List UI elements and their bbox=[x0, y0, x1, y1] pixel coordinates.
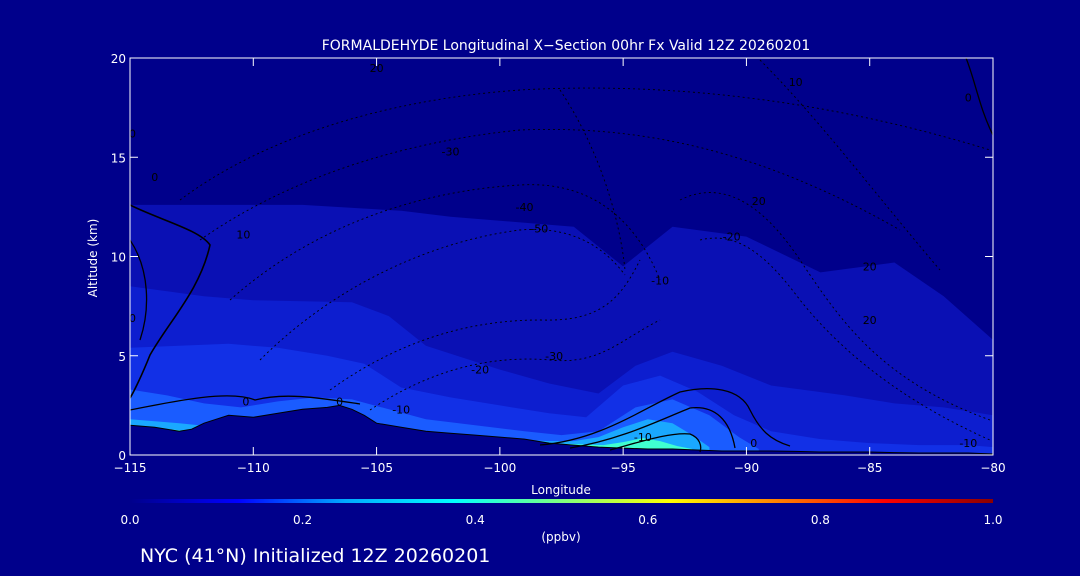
contour-label: 10 bbox=[236, 229, 250, 242]
contour-label: 0 bbox=[336, 395, 343, 408]
contour-label: -10 bbox=[634, 431, 652, 444]
contour-label: 0 bbox=[242, 395, 249, 408]
contour-label: -20 bbox=[723, 231, 741, 244]
contour-label: 20 bbox=[752, 195, 766, 208]
contour-label: -30 bbox=[545, 350, 563, 363]
contour-label: 0 bbox=[750, 437, 757, 450]
x-tick-label: −110 bbox=[237, 461, 270, 475]
x-tick-label: −85 bbox=[857, 461, 882, 475]
contour-label: -30 bbox=[442, 145, 460, 158]
x-tick-label: −115 bbox=[114, 461, 147, 475]
x-axis-label: Longitude bbox=[531, 483, 591, 497]
colorbar-tick-label: 0.4 bbox=[466, 513, 485, 527]
x-tick-label: −80 bbox=[980, 461, 1005, 475]
y-tick-label: 15 bbox=[111, 151, 126, 165]
chart-title: FORMALDEHYDE Longitudinal X−Section 00hr… bbox=[322, 38, 811, 54]
y-tick-label: 5 bbox=[118, 350, 126, 364]
x-tick-label: −105 bbox=[360, 461, 393, 475]
contour-label: -50 bbox=[530, 223, 548, 236]
y-tick-label: 10 bbox=[111, 251, 126, 265]
y-tick-label: 20 bbox=[111, 52, 126, 66]
colorbar-tick-label: 0.6 bbox=[638, 513, 657, 527]
contour-label: -10 bbox=[959, 437, 977, 450]
contour-label: 20 bbox=[863, 314, 877, 327]
chart-figure: FORMALDEHYDE Longitudinal X−Section 00hr… bbox=[0, 0, 1080, 576]
contour-label: -10 bbox=[392, 403, 410, 416]
contour-label: -20 bbox=[471, 364, 489, 377]
contour-label: -10 bbox=[651, 274, 669, 287]
x-tick-label: −95 bbox=[610, 461, 635, 475]
contour-label: 0 bbox=[151, 171, 158, 184]
colorbar-unit-label: (ppbv) bbox=[541, 530, 580, 544]
colorbar-tick-label: 0.0 bbox=[120, 513, 139, 527]
contour-label: 20 bbox=[863, 260, 877, 273]
colorbar-bar bbox=[130, 499, 993, 503]
colorbar-tick-label: 0.2 bbox=[293, 513, 312, 527]
y-tick-label: 0 bbox=[118, 449, 126, 463]
footer-caption: NYC (41°N) Initialized 12Z 20260201 bbox=[140, 545, 490, 567]
x-tick-label: −90 bbox=[734, 461, 759, 475]
colorbar-tick-label: 1.0 bbox=[983, 513, 1002, 527]
contour-label: 0 bbox=[965, 92, 972, 105]
contour-label: -40 bbox=[516, 201, 534, 214]
contour-label: 10 bbox=[789, 76, 803, 89]
colorbar-tick-label: 0.8 bbox=[811, 513, 830, 527]
y-axis-label: Altitude (km) bbox=[86, 219, 100, 298]
x-tick-label: −100 bbox=[483, 461, 516, 475]
